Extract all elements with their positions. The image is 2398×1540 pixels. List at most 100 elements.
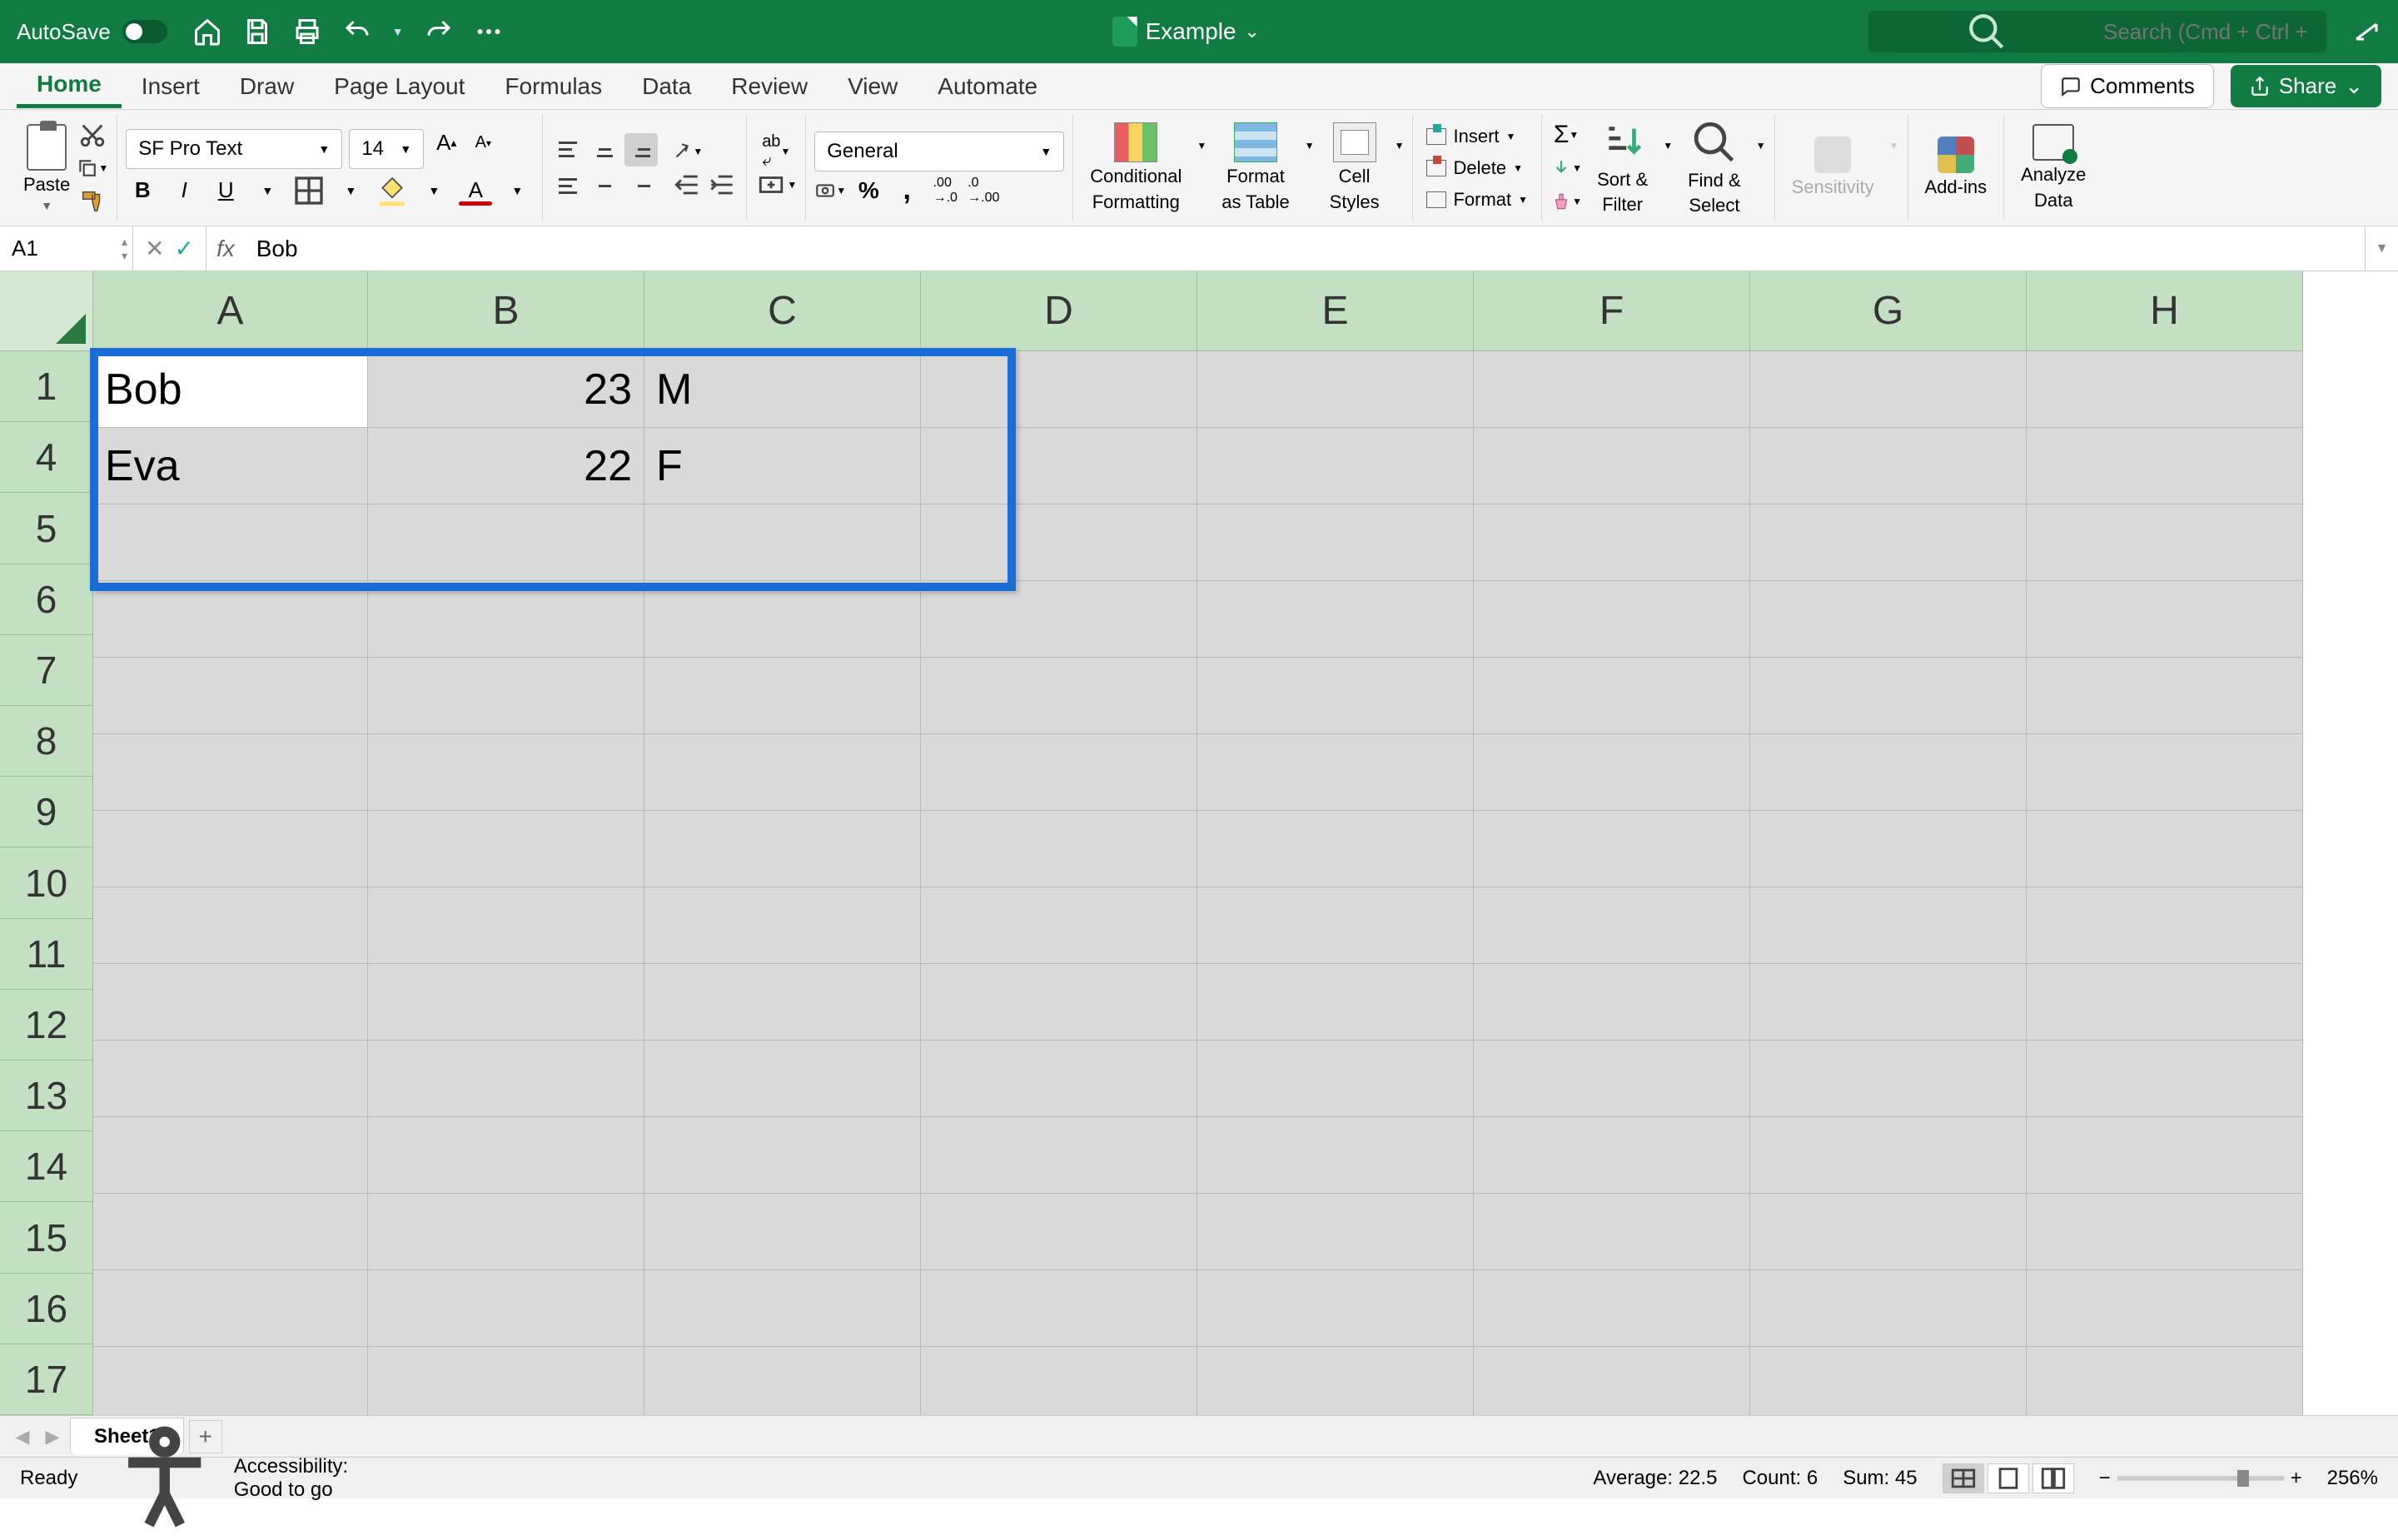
share-button[interactable]: Share ⌄ (2231, 65, 2381, 107)
align-top-center[interactable] (588, 133, 621, 166)
cut-icon[interactable] (77, 121, 108, 149)
delete-cells-button[interactable]: Delete▼ (1421, 155, 1533, 181)
tab-draw[interactable]: Draw (220, 67, 314, 107)
fill-button[interactable]: ▼ (1550, 154, 1582, 182)
accept-icon[interactable]: ✓ (174, 235, 193, 262)
format-painter-icon[interactable] (77, 187, 108, 216)
borders-button[interactable] (292, 174, 326, 207)
cell-F1[interactable] (1474, 351, 1750, 428)
col-header-A[interactable]: A (93, 271, 368, 351)
italic-button[interactable]: I (167, 174, 201, 207)
more-icon[interactable] (474, 17, 504, 47)
increase-indent[interactable] (706, 171, 738, 199)
cell-G1[interactable] (1750, 351, 2027, 428)
insert-cells-button[interactable]: Insert▼ (1421, 123, 1533, 150)
underline-dropdown[interactable]: ▼ (251, 174, 284, 207)
zoom-track[interactable] (2117, 1476, 2284, 1481)
paste-button[interactable]: Paste ▼ (23, 124, 70, 212)
row-header-7[interactable]: 7 (0, 635, 93, 706)
sheet-next-icon[interactable]: ▶ (40, 1424, 65, 1449)
percent-button[interactable]: % (853, 176, 884, 205)
decrease-decimal[interactable]: .0→.00 (968, 176, 999, 205)
select-all-button[interactable] (0, 271, 93, 351)
search-box[interactable] (1868, 11, 2326, 52)
sort-filter-button[interactable]: Sort & Filter (1589, 119, 1656, 216)
tab-insert[interactable]: Insert (122, 67, 220, 107)
copy-icon[interactable]: ▼ (77, 154, 108, 182)
cell-styles-button[interactable]: Cell Styles (1321, 122, 1388, 213)
zoom-slider[interactable]: − + (2099, 1467, 2302, 1490)
row-header-9[interactable]: 9 (0, 777, 93, 847)
chevron-down-icon[interactable]: ⌄ (2345, 73, 2363, 99)
page-break-view-button[interactable] (2032, 1463, 2074, 1493)
underline-button[interactable]: U (209, 174, 242, 207)
row-header-10[interactable]: 10 (0, 847, 93, 918)
redo-icon[interactable] (424, 17, 454, 47)
name-box[interactable]: A1 ▴▾ (0, 226, 133, 271)
cancel-icon[interactable]: ✕ (145, 235, 164, 262)
col-header-H[interactable]: H (2027, 271, 2303, 351)
search-input[interactable] (2103, 19, 2313, 45)
align-center[interactable] (588, 170, 621, 203)
currency-button[interactable]: ▼ (814, 176, 846, 205)
col-header-F[interactable]: F (1474, 271, 1750, 351)
fill-color-button[interactable] (376, 174, 409, 207)
autosum-button[interactable]: Σ▼ (1550, 121, 1582, 149)
font-color-dropdown[interactable]: ▼ (500, 174, 534, 207)
zoom-in-icon[interactable]: + (2291, 1467, 2302, 1490)
format-cells-button[interactable]: Format▼ (1421, 186, 1533, 213)
chevron-down-icon[interactable]: ⌄ (1245, 21, 1260, 42)
analyze-data-button[interactable]: Analyze Data (2012, 124, 2094, 211)
col-header-B[interactable]: B (368, 271, 644, 351)
ribbon-mode-icon[interactable] (2351, 17, 2381, 47)
zoom-thumb[interactable] (2237, 1470, 2249, 1487)
row-header-6[interactable]: 6 (0, 564, 93, 635)
cell-G4[interactable] (1750, 428, 2027, 504)
merge-button[interactable]: ▼ (755, 171, 797, 199)
align-top-right[interactable] (624, 133, 658, 166)
cell-C1[interactable]: M (644, 351, 921, 428)
status-accessibility[interactable]: Accessibility: Good to go (102, 1416, 348, 1540)
row-header-16[interactable]: 16 (0, 1274, 93, 1344)
save-icon[interactable] (242, 17, 272, 47)
row-header-1[interactable]: 1 (0, 351, 93, 422)
tab-formulas[interactable]: Formulas (485, 67, 622, 107)
row-header-14[interactable]: 14 (0, 1131, 93, 1202)
increase-decimal[interactable]: .00→.0 (929, 176, 961, 205)
font-size-selector[interactable]: 14▼ (349, 129, 424, 169)
cell-H1[interactable] (2027, 351, 2303, 428)
comments-button[interactable]: Comments (2041, 64, 2214, 108)
borders-dropdown[interactable]: ▼ (334, 174, 367, 207)
formula-input[interactable]: Bob (245, 226, 2365, 271)
clear-button[interactable]: ▼ (1550, 187, 1582, 216)
document-title[interactable]: Example ⌄ (504, 17, 1868, 47)
align-right[interactable] (624, 170, 658, 203)
addins-button[interactable]: Add-ins (1917, 137, 1996, 198)
sheet-prev-icon[interactable]: ◀ (10, 1424, 35, 1449)
cell-F4[interactable] (1474, 428, 1750, 504)
row-header-12[interactable]: 12 (0, 990, 93, 1061)
print-icon[interactable] (292, 17, 322, 47)
cell-D1[interactable] (921, 351, 1197, 428)
tab-view[interactable]: View (828, 67, 918, 107)
undo-icon[interactable] (342, 17, 372, 47)
tab-page-layout[interactable]: Page Layout (314, 67, 485, 107)
col-header-C[interactable]: C (644, 271, 921, 351)
tab-review[interactable]: Review (711, 67, 828, 107)
wrap-text-button[interactable]: ab⤶▼ (755, 137, 797, 166)
row-header-11[interactable]: 11 (0, 919, 93, 990)
row-header-4[interactable]: 4 (0, 422, 93, 493)
format-as-table-button[interactable]: Format as Table (1213, 122, 1298, 213)
cell-area[interactable]: Bob 23 M Eva 22 F (93, 351, 2398, 1415)
row-header-15[interactable]: 15 (0, 1202, 93, 1273)
col-header-D[interactable]: D (921, 271, 1197, 351)
bold-button[interactable]: B (126, 174, 159, 207)
cell-B1[interactable]: 23 (368, 351, 644, 428)
increase-font-icon[interactable]: A▴ (430, 129, 462, 157)
row-header-5[interactable]: 5 (0, 493, 93, 564)
align-left[interactable] (551, 170, 585, 203)
cell-E1[interactable] (1197, 351, 1474, 428)
cell-D4[interactable] (921, 428, 1197, 504)
conditional-formatting-button[interactable]: Conditional Formatting (1082, 122, 1190, 213)
chevron-down-icon[interactable]: ▼ (41, 199, 52, 212)
